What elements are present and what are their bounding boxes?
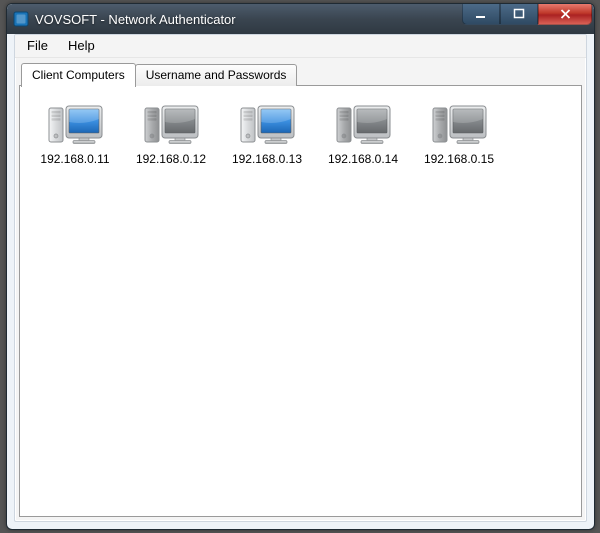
computer-ip-label: 192.168.0.14	[316, 152, 410, 166]
window-frame: VOVSOFT - Network Authenticator File Hel…	[6, 3, 595, 530]
computer-item[interactable]: 192.168.0.12	[124, 100, 218, 166]
tab-container: Client Computers Username and Passwords …	[19, 63, 582, 517]
menu-help[interactable]: Help	[58, 35, 105, 57]
computer-ip-label: 192.168.0.13	[220, 152, 314, 166]
tab-panel-clients: 192.168.0.11192.168.0.12192.168.0.13192.…	[19, 85, 582, 517]
computer-online-icon	[47, 100, 103, 148]
computer-item[interactable]: 192.168.0.15	[412, 100, 506, 166]
computer-item[interactable]: 192.168.0.14	[316, 100, 410, 166]
window-controls	[462, 4, 592, 25]
tabstrip: Client Computers Username and Passwords	[19, 63, 582, 86]
computer-ip-label: 192.168.0.15	[412, 152, 506, 166]
tab-client-computers[interactable]: Client Computers	[21, 63, 136, 87]
window-title: VOVSOFT - Network Authenticator	[35, 12, 236, 27]
computer-ip-label: 192.168.0.12	[124, 152, 218, 166]
client-area: File Help Client Computers Username and …	[14, 34, 587, 522]
computer-ip-label: 192.168.0.11	[28, 152, 122, 166]
computer-list: 192.168.0.11192.168.0.12192.168.0.13192.…	[20, 86, 581, 180]
close-button[interactable]	[538, 4, 592, 25]
maximize-button[interactable]	[500, 4, 538, 25]
computer-offline-icon	[431, 100, 487, 148]
computer-item[interactable]: 192.168.0.13	[220, 100, 314, 166]
computer-offline-icon	[335, 100, 391, 148]
menu-file[interactable]: File	[17, 35, 58, 57]
titlebar[interactable]: VOVSOFT - Network Authenticator	[7, 4, 594, 34]
computer-online-icon	[239, 100, 295, 148]
computer-item[interactable]: 192.168.0.11	[28, 100, 122, 166]
menubar: File Help	[15, 35, 586, 58]
app-icon	[13, 11, 29, 27]
minimize-button[interactable]	[462, 4, 500, 25]
computer-offline-icon	[143, 100, 199, 148]
tab-username-passwords[interactable]: Username and Passwords	[135, 64, 298, 86]
